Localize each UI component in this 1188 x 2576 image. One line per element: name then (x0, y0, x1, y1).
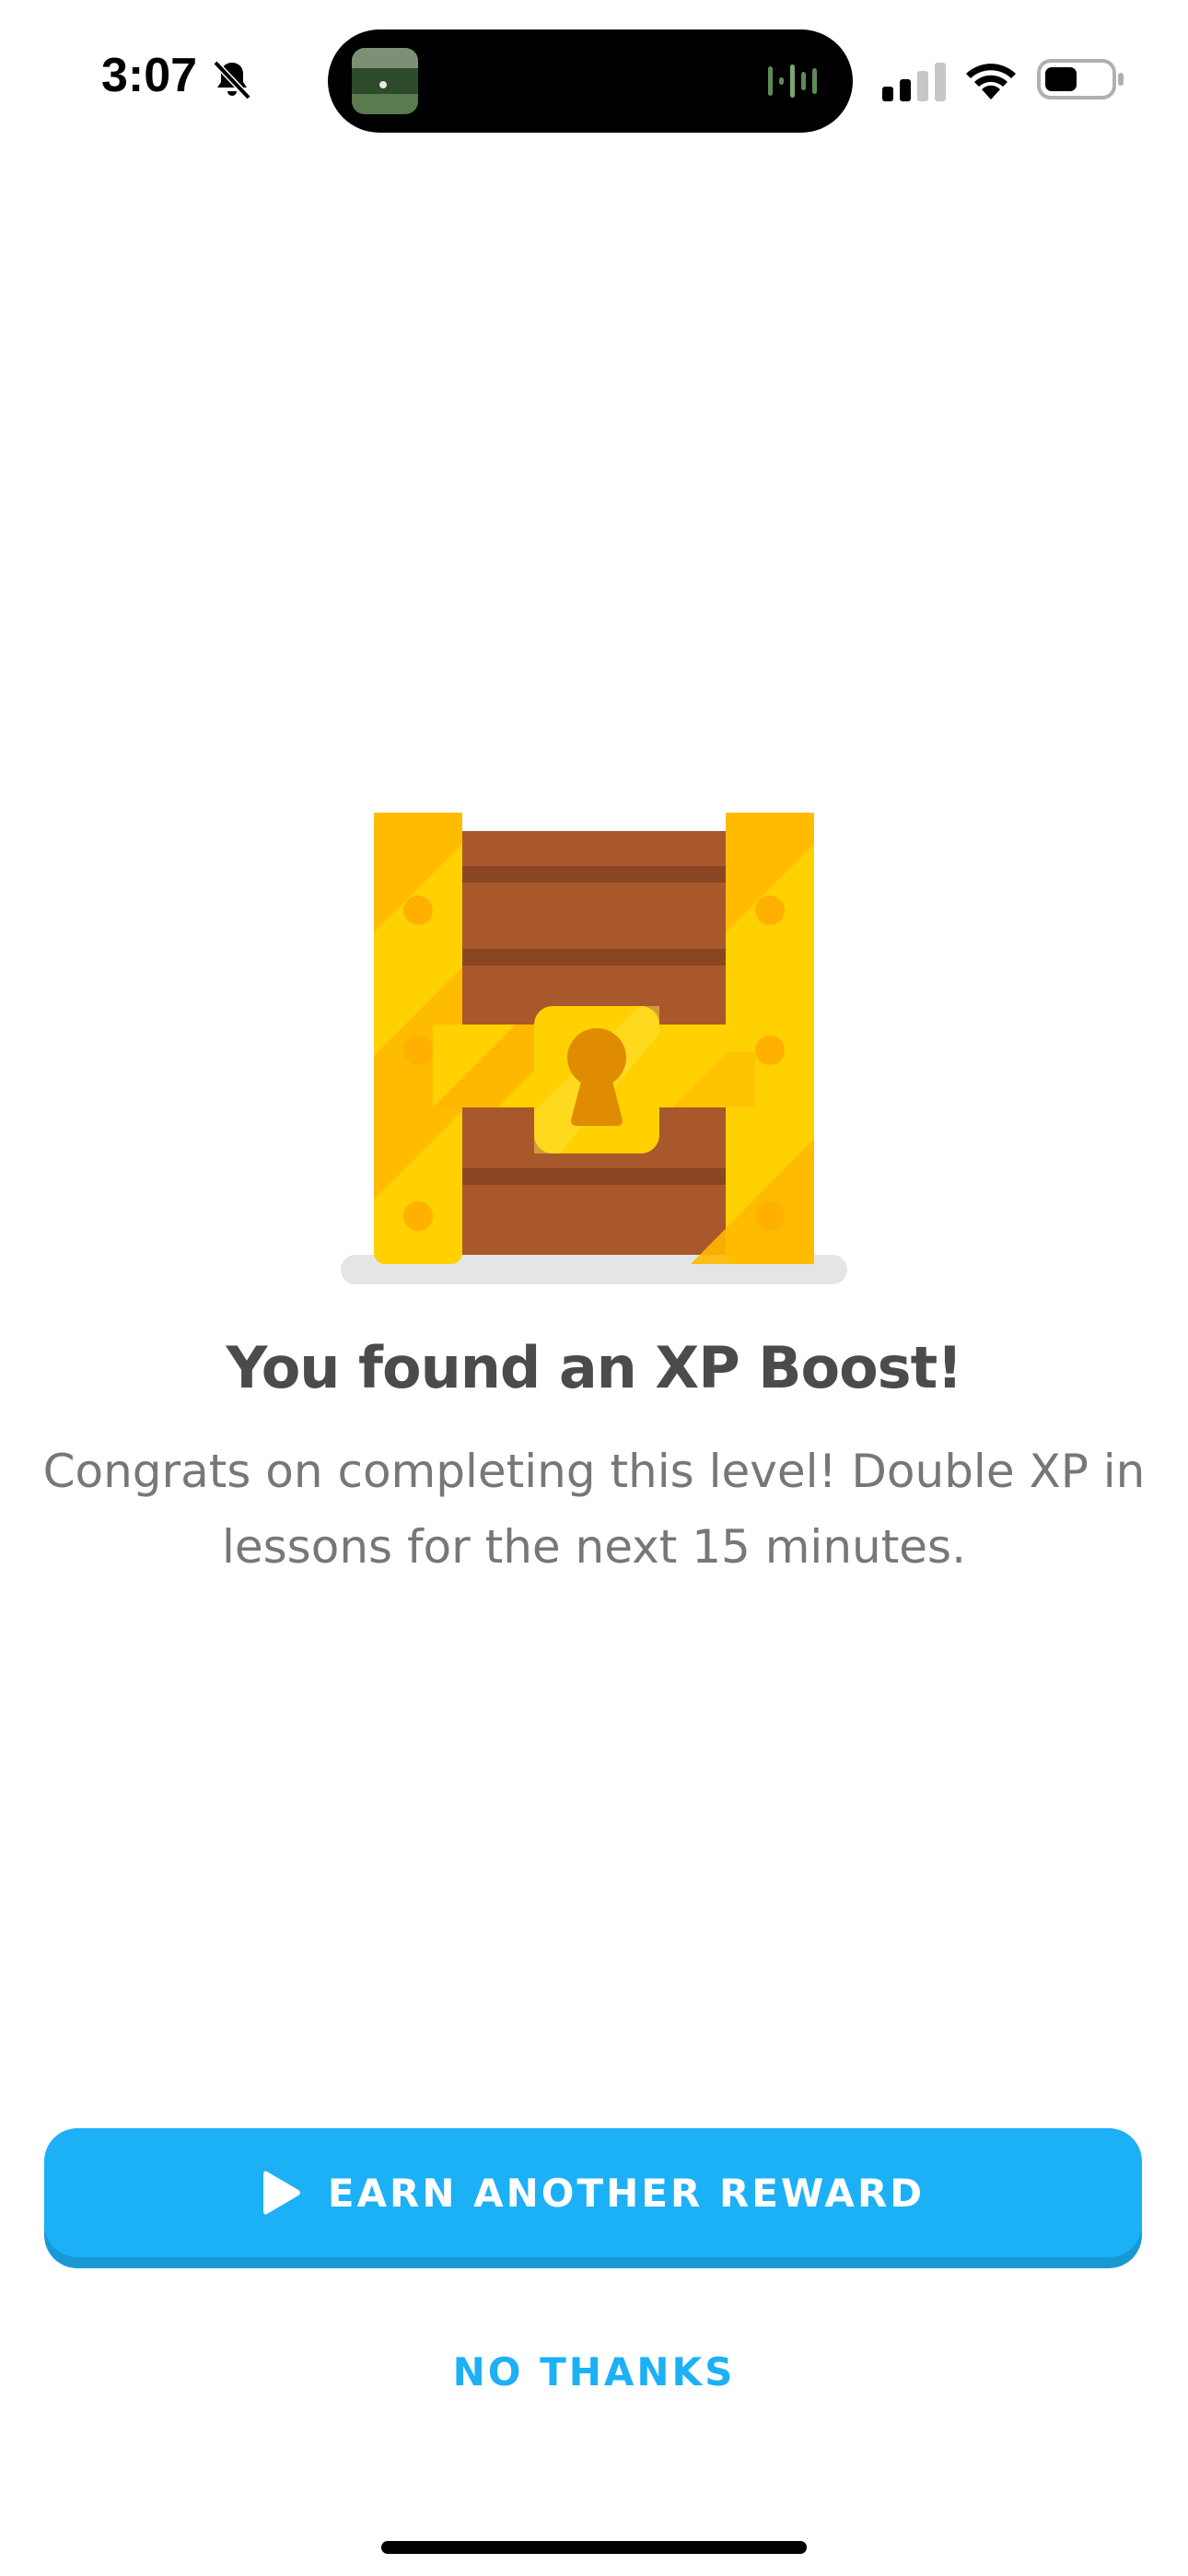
no-thanks-button[interactable]: NO THANKS (410, 2340, 778, 2405)
bell-slash-icon (213, 60, 251, 100)
reward-subtitle: Congrats on completing this level! Doubl… (42, 1445, 1146, 1574)
signal-icon (882, 63, 946, 101)
reward-title: You found an XP Boost! (226, 1334, 963, 1401)
reward-screen: 3:07 You found an XP Boost! Congrats on … (0, 0, 1188, 2576)
now-playing-thumbnail[interactable] (352, 48, 418, 114)
home-indicator[interactable] (381, 2541, 807, 2554)
status-time: 3:07 (101, 49, 198, 102)
earn-another-reward-button[interactable]: EARN ANOTHER REWARD (44, 2128, 1142, 2257)
play-icon (262, 2171, 300, 2215)
dynamic-island[interactable] (328, 29, 853, 133)
audio-waveform-icon (768, 64, 817, 98)
battery-icon (1037, 59, 1124, 100)
treasure-chest-illustration (341, 813, 847, 1284)
earn-another-reward-label: EARN ANOTHER REWARD (327, 2170, 926, 2216)
wifi-icon (966, 64, 1016, 100)
